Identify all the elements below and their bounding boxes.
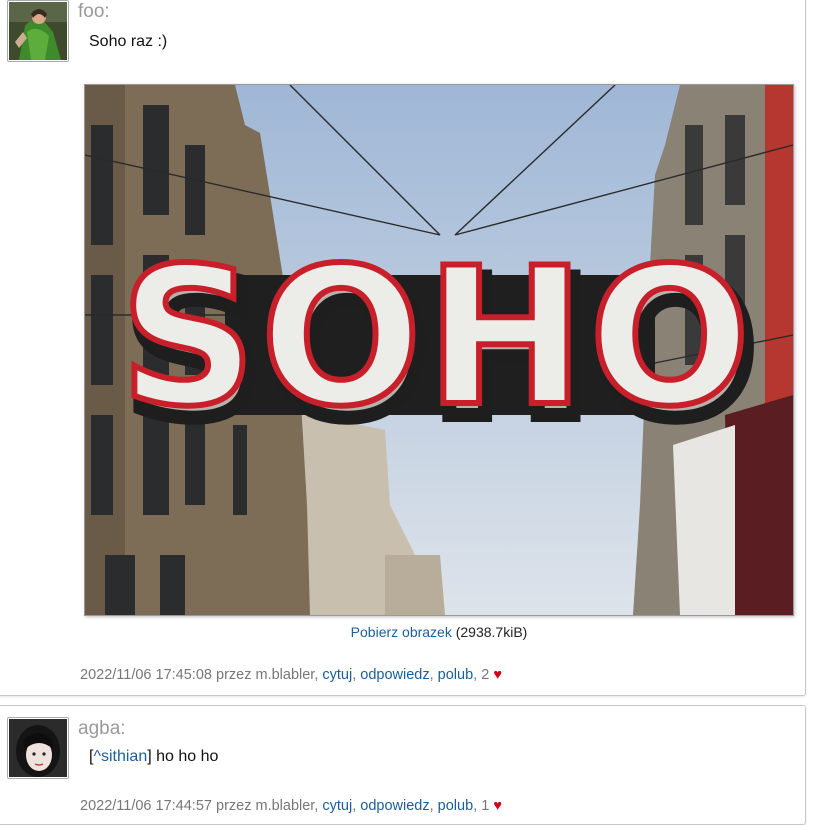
user-avatar[interactable] [7, 717, 69, 779]
like-count: 1 [481, 798, 490, 814]
sign-letters: SOHO [120, 227, 755, 448]
post-meta: 2022/11/06 17:45:08 przez m.blabler, cyt… [80, 667, 502, 683]
quote-link[interactable]: cytuj [322, 798, 352, 814]
mention-bracket-close: ] [147, 748, 152, 765]
heart-icon: ♥ [493, 798, 502, 814]
post-message: [^sithian] ho ho ho [89, 748, 218, 766]
user-avatar[interactable] [7, 0, 69, 62]
image-caption: Pobierz obrazek (2938.7kiB) [84, 624, 794, 640]
avatar-image-green-dress [9, 2, 67, 60]
post: foo: Soho raz :) SOHO SOHO Pobierz obraz… [0, 0, 806, 696]
mention-link[interactable]: ^sithian [93, 748, 147, 765]
post-meta: 2022/11/06 17:44:57 przez m.blabler, cyt… [80, 798, 502, 814]
post: agba: [^sithian] ho ho ho 2022/11/06 17:… [0, 705, 806, 825]
soho-photo: SOHO SOHO [85, 85, 793, 615]
post-message: Soho raz :) [89, 33, 168, 50]
avatar-image-portrait [9, 719, 67, 777]
like-count: 2 [481, 667, 490, 683]
reply-link[interactable]: odpowiedz [360, 667, 429, 683]
post-timestamp: 2022/11/06 17:44:57 [80, 798, 212, 814]
post-timestamp: 2022/11/06 17:45:08 [80, 667, 212, 683]
post-author[interactable]: agba: [78, 718, 126, 740]
post-by: przez m.blabler, [216, 667, 319, 683]
post-by: przez m.blabler, [216, 798, 319, 814]
image-file-size: (2938.7kiB) [455, 624, 528, 640]
heart-icon: ♥ [493, 667, 502, 683]
post-author[interactable]: foo: [78, 1, 110, 23]
message-text: ho ho ho [156, 748, 219, 765]
like-link[interactable]: polub [438, 667, 473, 683]
download-image-link[interactable]: Pobierz obrazek [351, 624, 452, 640]
post-image[interactable]: SOHO SOHO [84, 84, 794, 616]
like-link[interactable]: polub [438, 798, 473, 814]
reply-link[interactable]: odpowiedz [360, 798, 429, 814]
quote-link[interactable]: cytuj [322, 667, 352, 683]
